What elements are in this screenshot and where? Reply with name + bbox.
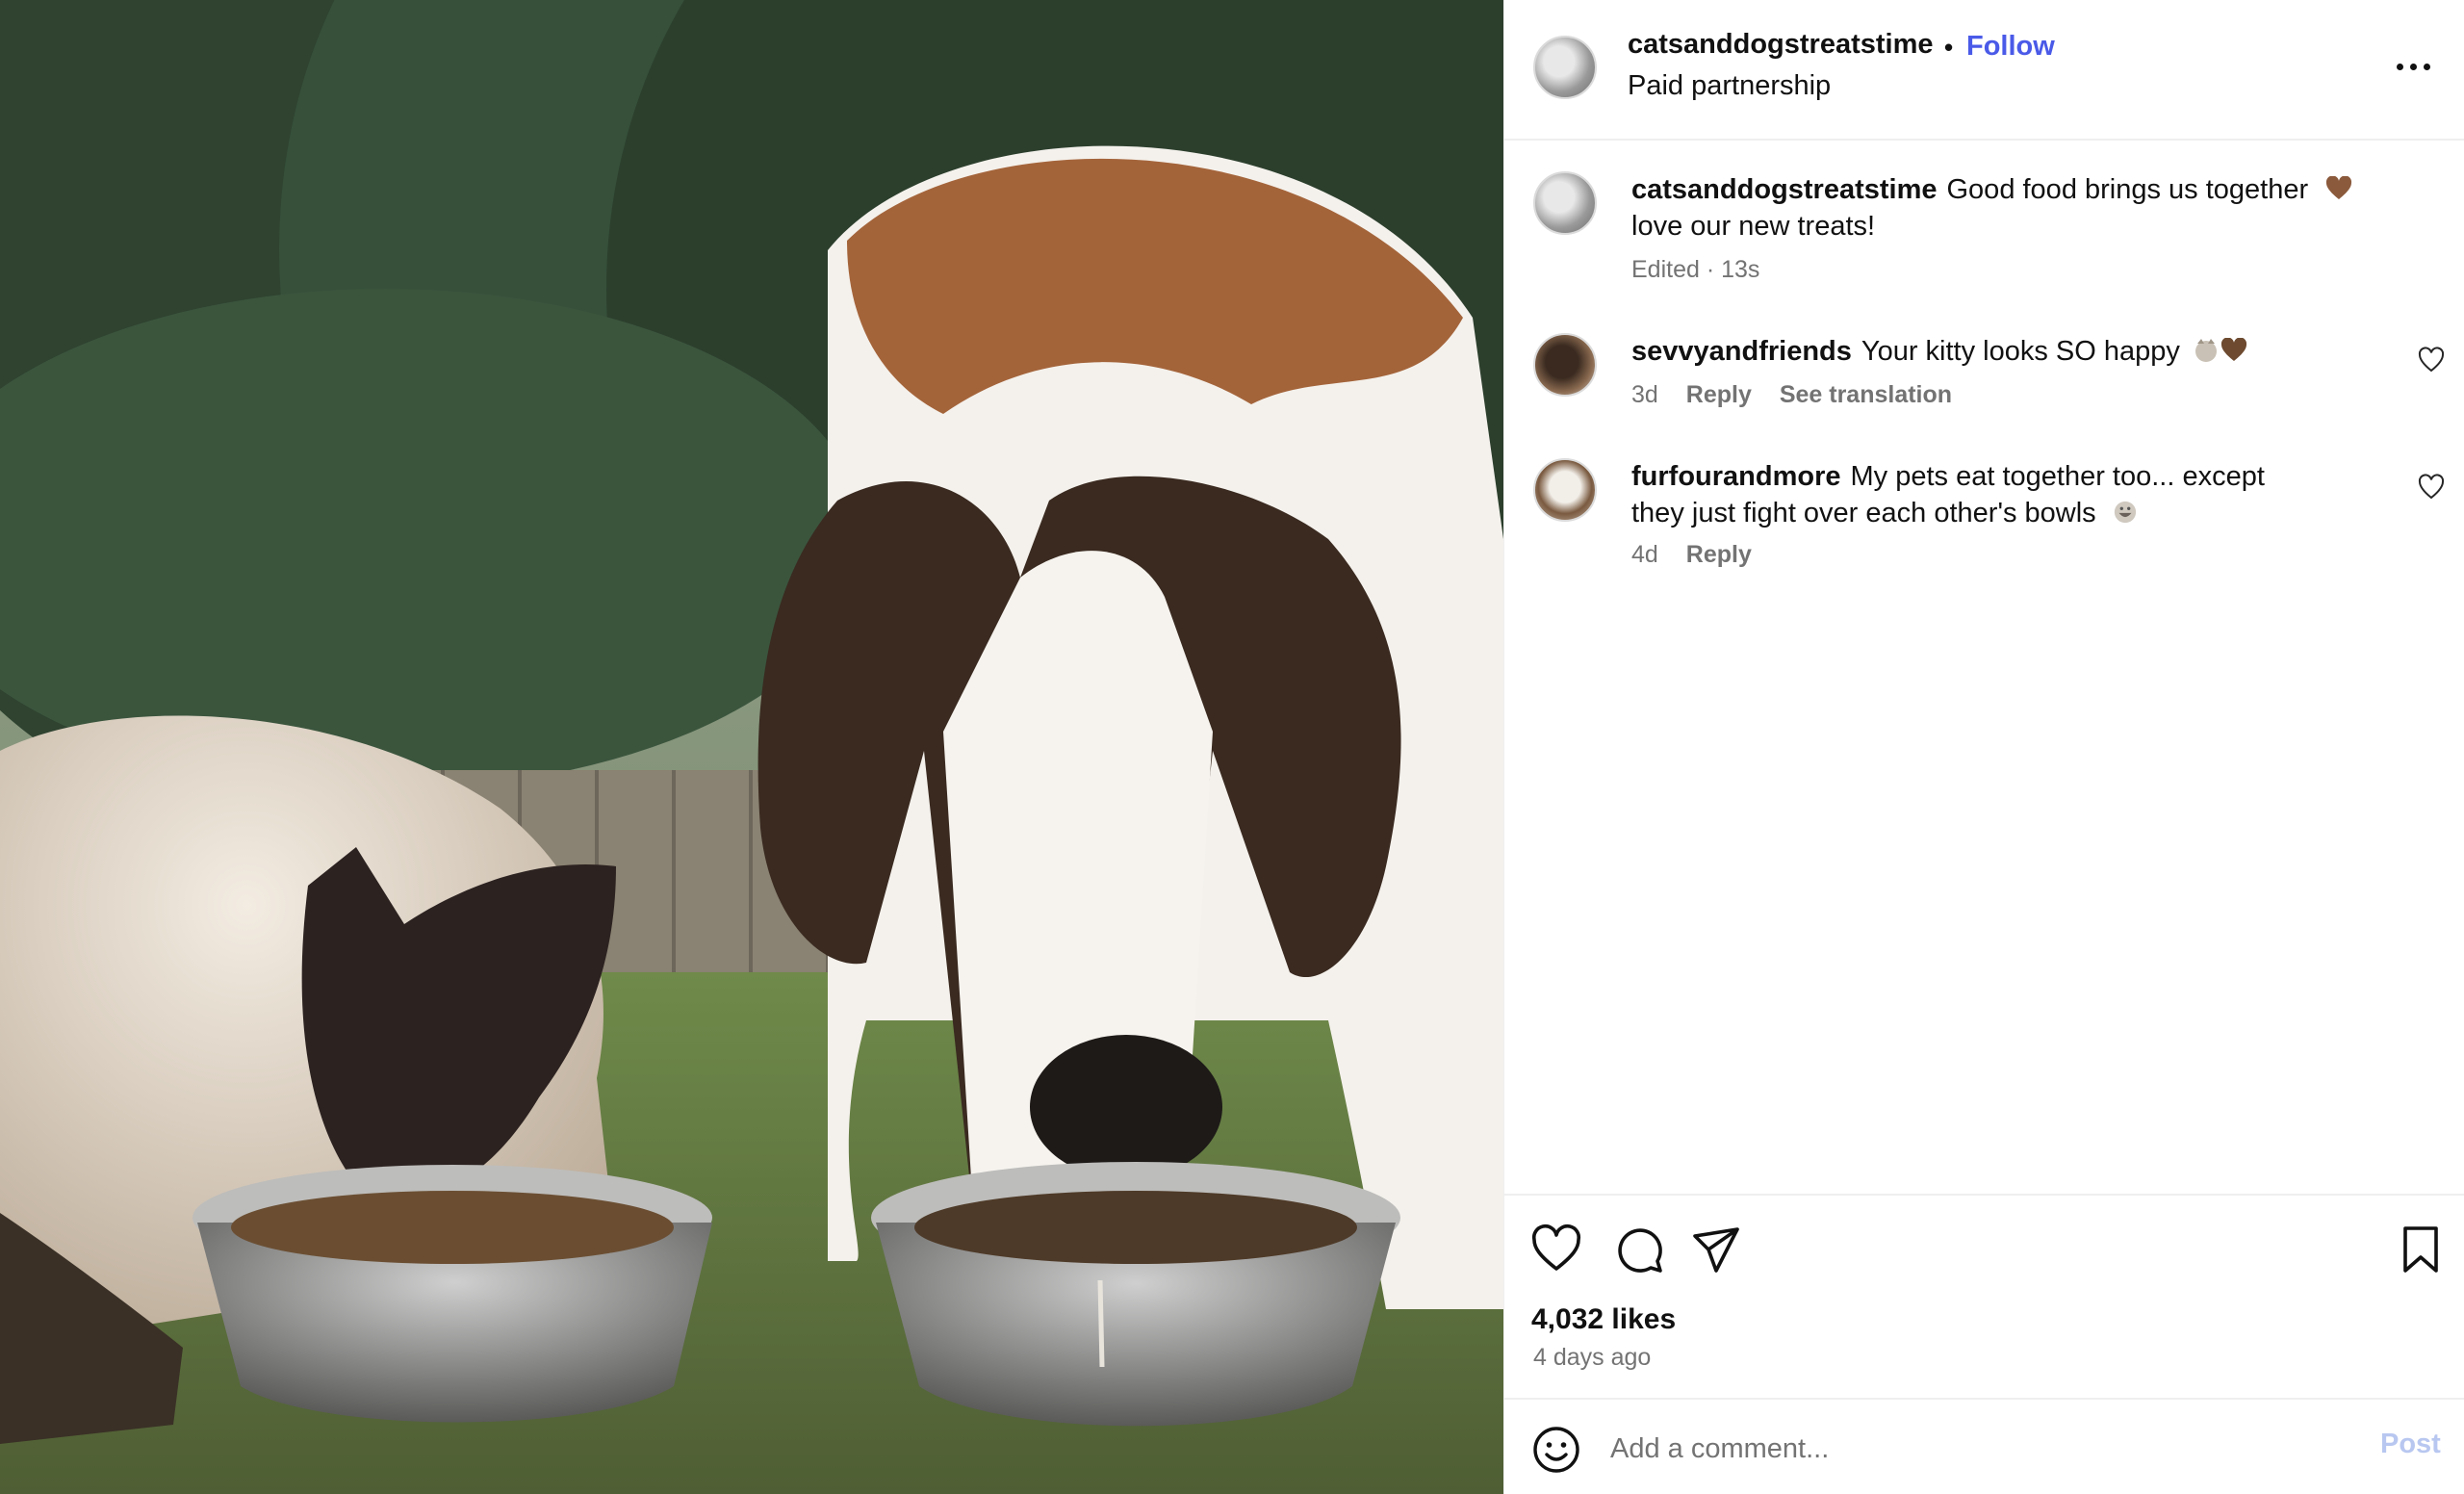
avatar[interactable]	[1533, 458, 1597, 522]
avatar[interactable]	[1533, 171, 1597, 235]
post-actions: 4,032 likes 4 days ago	[1504, 1194, 2464, 1398]
caption-username[interactable]: catsanddogstreatstime	[1631, 174, 1938, 205]
post-side-panel: catsanddogstreatstime • Follow Paid part…	[1503, 0, 2464, 1494]
caption-meta: Edited · 13s	[1631, 256, 1781, 284]
caption-line2: love our new treats!	[1631, 211, 1876, 242]
grinning-face-emoji	[2114, 501, 2136, 524]
caption-line1: Good food brings us together	[1946, 174, 2309, 205]
cat-and-dog-eating-image	[0, 0, 1503, 1494]
likes-count[interactable]: 4,032 likes	[1531, 1303, 1676, 1336]
smiley-icon[interactable]	[1531, 1425, 1581, 1475]
bookmark-icon[interactable]	[2394, 1223, 2448, 1276]
separator-dot: •	[1944, 33, 1954, 62]
post-header: catsanddogstreatstime • Follow Paid part…	[1504, 0, 2464, 141]
share-icon[interactable]	[1689, 1223, 1743, 1276]
more-horizontal-icon[interactable]	[2395, 53, 2433, 82]
see-translation-button[interactable]: See translation	[1780, 381, 1952, 408]
heart-icon[interactable]	[1529, 1223, 1583, 1276]
comment-icon[interactable]	[1612, 1223, 1666, 1276]
brown-heart-emoji	[2326, 176, 2352, 199]
comment-time: 4d	[1631, 541, 1658, 568]
comment-meta: 4d Reply	[1631, 541, 1773, 569]
like-comment-heart-icon[interactable]	[2417, 474, 2446, 501]
comment-text: furfourandmore My pets eat together too..…	[1631, 458, 2363, 531]
comment-text: sevvyandfriends Your kitty looks SO happy	[1631, 333, 2363, 370]
cat-and-brown-heart-emoji	[2194, 338, 2246, 362]
comment-body-line1: My pets eat together too... except	[1850, 461, 2265, 492]
reply-button[interactable]: Reply	[1686, 381, 1752, 408]
caption-text: catsanddogstreatstime Good food brings us…	[1631, 171, 2363, 245]
comment-username[interactable]: furfourandmore	[1631, 461, 1841, 492]
avatar[interactable]	[1533, 333, 1597, 397]
like-comment-heart-icon[interactable]	[2417, 347, 2446, 374]
post-photo[interactable]	[0, 0, 1503, 1494]
comment-meta: 3d Reply See translation	[1631, 381, 1973, 409]
post-username[interactable]: catsanddogstreatstime	[1628, 29, 1934, 61]
comment-body-line2: they just fight over each other's bowls	[1631, 498, 2096, 528]
follow-button[interactable]: Follow	[1966, 31, 2055, 63]
reply-button[interactable]: Reply	[1686, 541, 1752, 568]
edited-time: Edited · 13s	[1631, 256, 1760, 283]
avatar[interactable]	[1533, 36, 1597, 99]
paid-partnership-label[interactable]: Paid partnership	[1628, 70, 1831, 102]
comment-input[interactable]	[1610, 1423, 2323, 1475]
comment-time: 3d	[1631, 381, 1658, 408]
post-button[interactable]: Post	[2380, 1429, 2441, 1460]
comment-username[interactable]: sevvyandfriends	[1631, 336, 1852, 367]
post-time: 4 days ago	[1533, 1344, 1652, 1371]
comment-composer: Post	[1504, 1398, 2464, 1494]
comment-body: Your kitty looks SO happy	[1861, 336, 2180, 367]
